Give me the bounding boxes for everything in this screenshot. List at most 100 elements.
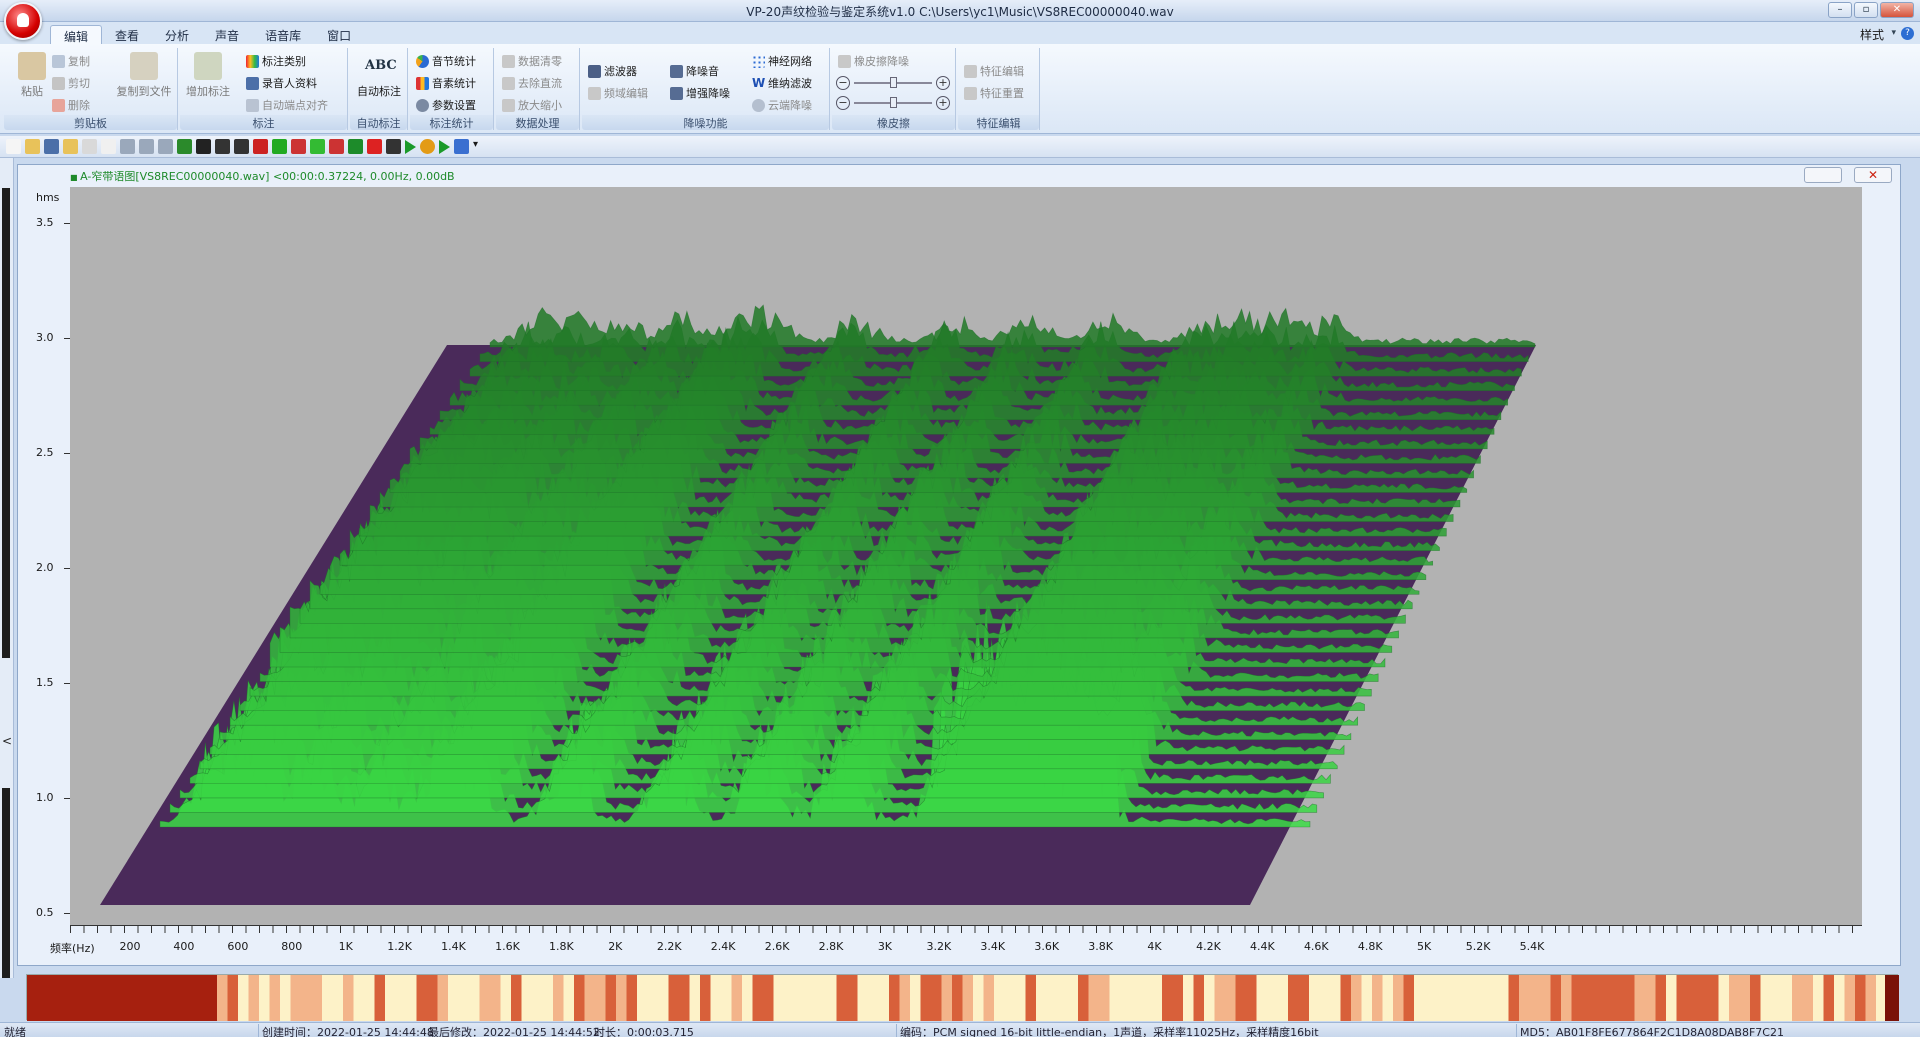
slider-thumb[interactable] (890, 77, 897, 88)
record-play-icon[interactable] (420, 139, 435, 154)
paste-button[interactable]: 粘贴 (6, 52, 58, 99)
increase-button[interactable]: + (936, 76, 950, 90)
dropdown-icon[interactable]: ▾ (473, 139, 488, 154)
copy-to-file-button[interactable]: 复制到文件 (112, 52, 176, 99)
eraser-slider[interactable] (854, 97, 932, 108)
id-card-icon (246, 76, 259, 90)
zoom-in-icon[interactable] (139, 139, 154, 154)
loop-icon[interactable] (439, 139, 450, 154)
zoom-data-button[interactable]: 放大缩小 (502, 96, 562, 114)
copy-button[interactable]: 复制 (52, 52, 90, 70)
zero-data-button[interactable]: 数据清零 (502, 52, 562, 70)
overview-energy-column (1634, 975, 1646, 1021)
overview-energy-column (773, 975, 785, 1021)
waveform-icon[interactable] (177, 139, 192, 154)
minimize-button[interactable]: – (1828, 2, 1852, 18)
play-icon[interactable] (405, 139, 416, 154)
overview-energy-column (1382, 975, 1394, 1021)
link-icon[interactable] (367, 139, 382, 154)
eraser-slider[interactable] (854, 77, 932, 88)
left-scroll-bar[interactable] (2, 188, 10, 658)
syllable-stats-button[interactable]: 音节统计 (416, 52, 476, 70)
overview-spectrogram-strip[interactable] (26, 974, 1899, 1021)
spectrum-icon[interactable] (215, 139, 230, 154)
delete-button[interactable]: 删除 (52, 96, 90, 114)
zoom-icon[interactable] (120, 139, 135, 154)
enhance-denoise-button[interactable]: 增强降噪 (670, 84, 730, 102)
left-panel-strip: < (0, 158, 14, 978)
x-tick-label: 4.4K (1250, 940, 1275, 953)
overview-energy-column (1235, 975, 1247, 1021)
decrease-button[interactable]: − (836, 76, 850, 90)
lines-icon[interactable] (234, 139, 249, 154)
curve-icon[interactable] (348, 139, 363, 154)
eraser-denoise-button[interactable]: 橡皮擦降噪 (838, 52, 909, 70)
phoneme-stats-button[interactable]: 音素统计 (416, 74, 476, 92)
feature-edit-button[interactable]: 特征编辑 (964, 62, 1024, 80)
param-settings-button[interactable]: 参数设置 (416, 96, 476, 114)
feature-edit-icon (964, 64, 977, 78)
status-md5: MD5：AB01F8FE677864F2C1D8A08DAB8F7C21 (1520, 1026, 1784, 1037)
harmonics-icon[interactable] (310, 139, 325, 154)
stop-icon[interactable] (454, 139, 469, 154)
close-button[interactable]: ✕ (1880, 2, 1914, 18)
formant-icon[interactable] (253, 139, 268, 154)
speaker-info-button[interactable]: 录音人资料 (246, 74, 317, 92)
annotation-category-button[interactable]: 标注类别 (246, 52, 306, 70)
increase-button[interactable]: + (936, 96, 950, 110)
peaks-icon[interactable] (329, 139, 344, 154)
zero-icon (502, 54, 515, 68)
save-icon[interactable] (44, 139, 59, 154)
decrease-button[interactable]: − (836, 96, 850, 110)
collapse-panel-icon[interactable]: < (2, 734, 12, 748)
record-icon[interactable] (82, 139, 97, 154)
overview-energy-column (637, 975, 648, 1021)
folder-icon[interactable] (63, 139, 78, 154)
remove-dc-button[interactable]: 去除直流 (502, 74, 562, 92)
slider-thumb[interactable] (890, 97, 897, 108)
y-tick-label: 0.5 (36, 906, 54, 919)
plot-settings-button[interactable] (1804, 167, 1842, 183)
overview-energy-column (1340, 975, 1352, 1021)
open-icon[interactable] (25, 139, 40, 154)
app-logo-icon[interactable] (4, 2, 42, 40)
wiener-filter-button[interactable]: W 维纳滤波 (752, 74, 812, 92)
cut-button[interactable]: 剪切 (52, 74, 90, 92)
new-icon[interactable] (6, 139, 21, 154)
cross-icon[interactable] (386, 139, 401, 154)
bars-icon[interactable] (196, 139, 211, 154)
overview-energy-column (1130, 975, 1142, 1021)
pitch-icon[interactable] (272, 139, 287, 154)
auto-align-button[interactable]: 自动端点对齐 (246, 96, 328, 114)
maximize-button[interactable]: ▫ (1854, 2, 1878, 18)
cloud-denoise-button[interactable]: 云端降噪 (752, 96, 812, 114)
overview-energy-column (1456, 975, 1467, 1021)
freq-edit-button[interactable]: 频域编辑 (588, 84, 648, 102)
filter-button[interactable]: 滤波器 (588, 62, 637, 80)
overview-energy-column (374, 975, 386, 1021)
overview-energy-column (1309, 975, 1320, 1021)
left-scroll-bar[interactable] (2, 788, 10, 978)
overview-energy-column (1172, 975, 1184, 1021)
overview-energy-column (458, 975, 470, 1021)
auto-annotate-button[interactable]: ABC 自动标注 (353, 52, 405, 99)
energy-icon[interactable] (291, 139, 306, 154)
feature-reset-button[interactable]: 特征重置 (964, 84, 1024, 102)
denoise-button[interactable]: 降噪音 (670, 62, 719, 80)
y-tick-label: 2.5 (36, 446, 54, 459)
overview-energy-column (1361, 975, 1373, 1021)
overview-energy-column (868, 975, 879, 1021)
neural-network-button[interactable]: 神经网络 (752, 52, 812, 70)
style-menu[interactable]: 样式 (1860, 26, 1884, 43)
help-icon[interactable]: ? (1901, 27, 1914, 40)
add-annotation-button[interactable]: 增加标注 (182, 52, 234, 99)
overview-energy-column (910, 975, 921, 1021)
waterfall-plot-area[interactable] (70, 187, 1862, 925)
page-icon[interactable] (101, 139, 116, 154)
overview-energy-column (1204, 975, 1215, 1021)
overview-energy-column (616, 975, 627, 1021)
plot-close-button[interactable]: ✕ (1854, 167, 1892, 183)
zoom-out-icon[interactable] (158, 139, 173, 154)
overview-energy-column (1498, 975, 1509, 1021)
ribbon-minimize-icon[interactable]: ▾ (1891, 28, 1896, 38)
